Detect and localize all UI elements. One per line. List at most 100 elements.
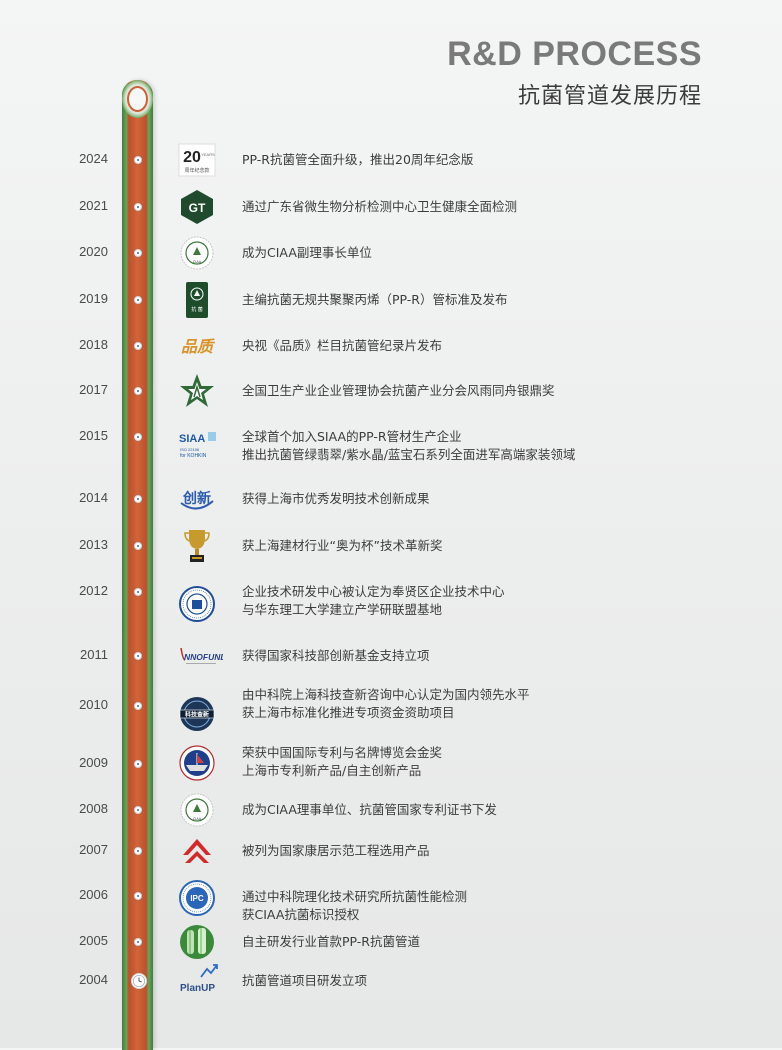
timeline-dot: [134, 847, 142, 855]
timeline-dot: [134, 760, 142, 768]
event-description: 获得上海市优秀发明技术创新成果: [242, 491, 430, 506]
antibacterial-badge-icon: 抗 菌: [186, 282, 208, 318]
timeline-row-2008: 2008 CIAA 成为CIAA理事单位、抗菌管国家专利证书下发: [0, 793, 782, 827]
event-description: 获得国家科技部创新基金支持立项: [242, 648, 430, 663]
timeline-dot: [134, 892, 142, 900]
planup-logo-icon: PlanUP: [180, 964, 218, 994]
event-description: 自主研发行业首款PP-R抗菌管道: [242, 934, 420, 949]
timeline-row-2009: 2009 荣获中国国际专利与名牌博览会金奖 上海市专利新产品/自主创新产品: [0, 745, 782, 781]
cctv-quality-logo-icon: 品质: [181, 337, 216, 356]
event-description: 荣获中国国际专利与名牌博览会金奖 上海市专利新产品/自主创新产品: [242, 745, 443, 778]
svg-text:SIAA: SIAA: [179, 433, 205, 445]
ipc-seal-icon: IPC: [179, 880, 215, 916]
trophy-icon: [184, 530, 210, 562]
title-english: R&D PROCESS: [447, 35, 702, 73]
gt-certification-icon: GT: [181, 190, 213, 224]
timeline-dot: [134, 588, 142, 596]
timeline-dot: [134, 296, 142, 304]
timeline-row-2012: 2012 企业技术研发中心被认定为奉贤区企业技术中心 与华东理工大学建立产学研联…: [0, 583, 782, 622]
year-label: 2019: [79, 291, 108, 306]
timeline-row-2020: 2020 CIAA 成为CIAA副理事长单位: [0, 236, 782, 270]
timeline-dot: [134, 806, 142, 814]
svg-text:CIAA: CIAA: [193, 260, 202, 264]
timeline-dot: [134, 495, 142, 503]
svg-text:YEARS: YEARS: [201, 152, 215, 157]
timeline-row-2005: 2005 自主研发行业首款PP-R抗菌管道: [0, 925, 782, 959]
year-label: 2018: [79, 337, 108, 352]
year-label: 2004: [79, 972, 108, 987]
timeline-row-2006: 2006 IPC 通过中科院理化技术研究所抗菌性能检测 获CIAA抗菌标识授权: [0, 880, 782, 922]
event-description: 全球首个加入SIAA的PP-R管材生产企业 推出抗菌管绿翡翠/紫水晶/蓝宝石系列…: [242, 429, 576, 462]
year-label: 2010: [79, 697, 108, 712]
svg-text:创新: 创新: [182, 490, 211, 507]
title-chinese: 抗菌管道发展历程: [517, 84, 702, 109]
timeline-row-2004: 2004 PlanUP 抗菌管道项目研发立项: [0, 964, 782, 994]
timeline-dot: [134, 433, 142, 441]
ciaa-seal-icon: CIAA: [180, 236, 214, 270]
year-label: 2005: [79, 933, 108, 948]
innovation-logo-icon: 创新: [180, 490, 214, 510]
year-label: 2017: [79, 382, 108, 397]
year-label: 2006: [79, 887, 108, 902]
anniversary-20-years-icon: 20 YEARS 周年纪念款: [178, 143, 216, 177]
year-label: 2008: [79, 801, 108, 816]
svg-text:IPC: IPC: [190, 894, 204, 903]
innofund-logo-icon: NNOFUND: [180, 647, 223, 664]
svg-text:NNOFUND: NNOFUND: [184, 652, 223, 662]
timeline-row-2019: 2019 抗 菌 主编抗菌无规共聚聚丙烯（PP-R）管标准及发布: [0, 282, 782, 318]
event-description: 成为CIAA理事单位、抗菌管国家专利证书下发: [242, 802, 497, 817]
clock-icon: [131, 973, 147, 989]
svg-text:ISO 22196: ISO 22196: [180, 447, 200, 452]
event-description: 全国卫生产业企业管理协会抗菌产业分会风雨同舟银鼎奖: [242, 383, 555, 398]
timeline-dot: [134, 652, 142, 660]
year-label: 2009: [79, 755, 108, 770]
event-description: 企业技术研发中心被认定为奉贤区企业技术中心 与华东理工大学建立产学研联盟基地: [242, 584, 505, 617]
year-label: 2021: [79, 198, 108, 213]
timeline-pipe: [122, 80, 153, 1050]
svg-text:GT: GT: [189, 201, 206, 215]
event-description: 被列为国家康居示范工程选用产品: [242, 843, 430, 858]
svg-text:抗 菌: 抗 菌: [191, 306, 203, 313]
timeline-row-2010: 2010 科技查新 由中科院上海科技查新咨询中心认定为国内领先水平 获上海市标准…: [0, 687, 782, 731]
year-label: 2013: [79, 537, 108, 552]
timeline-row-2015: 2015 SIAA ISO 22196 for KOHKIN 全球首个加入SIA…: [0, 428, 782, 462]
event-description: 抗菌管道项目研发立项: [242, 973, 368, 988]
year-label: 2014: [79, 490, 108, 505]
timeline-dot: [134, 203, 142, 211]
event-description: 主编抗菌无规共聚聚丙烯（PP-R）管标准及发布: [242, 292, 508, 307]
star-award-icon: [180, 374, 214, 407]
timeline-dot: [134, 938, 142, 946]
pipe-opening: [127, 86, 148, 112]
siaa-mark-icon: SIAA ISO 22196 for KOHKIN: [179, 432, 216, 459]
svg-text:20: 20: [183, 149, 201, 166]
event-description: PP-R抗菌管全面升级，推出20周年纪念版: [242, 152, 474, 167]
university-seal-icon: [179, 586, 215, 622]
green-pipes-icon: [180, 925, 214, 959]
svg-text:品质: 品质: [181, 337, 216, 356]
timeline-dot: [134, 249, 142, 257]
svg-text:科技查新: 科技查新: [185, 711, 209, 719]
year-label: 2012: [79, 583, 108, 598]
tech-search-seal-icon: 科技查新: [179, 697, 215, 731]
timeline-row-2018: 2018 品质 央视《品质》栏目抗菌管纪录片发布: [0, 337, 782, 356]
housing-demonstration-icon: [183, 839, 211, 863]
year-label: 2011: [80, 647, 108, 662]
svg-text:PlanUP: PlanUP: [180, 983, 215, 994]
timeline-dot: [134, 387, 142, 395]
ciaa-seal-icon: CIAA: [180, 793, 214, 827]
year-label: 2020: [79, 244, 108, 259]
year-label: 2024: [79, 151, 108, 166]
svg-text:周年纪念款: 周年纪念款: [184, 167, 209, 174]
timeline-dot: [134, 156, 142, 164]
timeline-row-2024: 2024 20 YEARS 周年纪念款 PP-R抗菌管全面升级，推出20周年纪念…: [0, 143, 782, 177]
timeline-dot: [134, 342, 142, 350]
timeline-row-2014: 2014 创新 获得上海市优秀发明技术创新成果: [0, 490, 782, 510]
page-header: R&D PROCESS 抗菌管道发展历程: [447, 34, 702, 110]
timeline-dot: [134, 542, 142, 550]
event-description: 通过中科院理化技术研究所抗菌性能检测 获CIAA抗菌标识授权: [242, 889, 468, 922]
event-description: 获上海建材行业“奥为杯”技术革新奖: [242, 538, 443, 553]
timeline-row-2013: 2013 获上海建材行业“奥为杯”技术革新奖: [0, 530, 782, 562]
event-description: 央视《品质》栏目抗菌管纪录片发布: [242, 338, 443, 353]
timeline-row-2021: 2021 GT 通过广东省微生物分析检测中心卫生健康全面检测: [0, 190, 782, 224]
timeline-row-2011: 2011 NNOFUND 获得国家科技部创新基金支持立项: [0, 647, 782, 664]
